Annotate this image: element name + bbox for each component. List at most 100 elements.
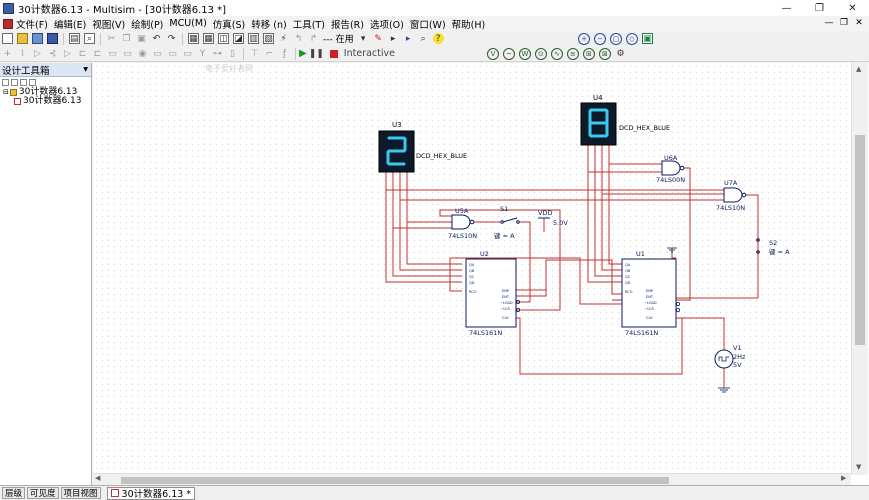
backannotate-icon[interactable]: ↱ (308, 33, 319, 44)
place-cmos-icon[interactable]: ⊏ (92, 48, 103, 59)
instrument-oscilloscope-icon[interactable]: ⊙ (534, 47, 547, 60)
instrument-wattmeter-icon[interactable]: W (518, 47, 531, 60)
counter-u2[interactable]: U2 QA QB QC QD RCO ENP ENT ~LOAD ~CLR CL… (465, 250, 521, 337)
maximize-button[interactable]: ❐ (803, 0, 836, 16)
menu-help[interactable]: 帮助(H) (452, 17, 486, 31)
redo-icon[interactable]: ↷ (166, 33, 177, 44)
electrical-rules-icon[interactable]: ⚡ (278, 33, 289, 44)
place-ttl-icon[interactable]: ⊏ (77, 48, 88, 59)
place-diode-icon[interactable]: ▷ (32, 48, 43, 59)
instrument-multimeter-icon[interactable]: V (486, 47, 499, 60)
place-misc-digital-icon[interactable]: ▭ (107, 48, 118, 59)
menu-window[interactable]: 窗口(W) (410, 17, 446, 31)
vertical-scroll-thumb[interactable] (855, 135, 865, 345)
undo-icon[interactable]: ↶ (151, 33, 162, 44)
horizontal-scroll-thumb[interactable] (121, 477, 669, 484)
instrument-icon[interactable]: ▸ (388, 33, 399, 44)
help-icon[interactable]: ? (432, 33, 444, 44)
place-analog-icon[interactable]: ▷ (62, 48, 73, 59)
menu-transfer[interactable]: 转移 (n) (251, 17, 286, 31)
tab-hierarchy[interactable]: 层级 (2, 487, 26, 499)
place-electromechanical-icon[interactable]: ⊶ (212, 48, 223, 59)
search-icon[interactable]: ⌕ (418, 33, 429, 44)
menu-reports[interactable]: 报告(R) (331, 17, 364, 31)
grapher-icon[interactable]: ◫ (218, 33, 229, 44)
instrument-settings-gear-icon[interactable]: ⚙ (615, 48, 626, 59)
annotate-icon[interactable]: ↰ (293, 33, 304, 44)
doc-close-button[interactable]: ✕ (853, 16, 865, 30)
schematic-canvas-area[interactable]: 电子爱好者网 U3 DCD_HEX_BLUE U4 DCD_HEX_BLUE U… (93, 63, 869, 485)
instrument-word-generator-icon[interactable]: ≡ (566, 47, 579, 60)
open-folder-icon[interactable] (17, 33, 28, 44)
stop-simulation-icon[interactable] (329, 49, 338, 58)
pause-simulation-icon[interactable]: ❚❚ (309, 49, 324, 59)
place-rf-icon[interactable]: Y (197, 48, 208, 59)
new-file-icon[interactable] (2, 33, 13, 44)
postprocessor-icon[interactable]: ◪ (233, 33, 244, 44)
scroll-down-icon[interactable]: ▼ (856, 463, 861, 471)
menu-view[interactable]: 视图(V) (92, 17, 125, 31)
schematic-canvas[interactable]: 电子爱好者网 U3 DCD_HEX_BLUE U4 DCD_HEX_BLUE U… (93, 63, 851, 473)
paste-icon[interactable]: ▣ (136, 33, 147, 44)
menu-place[interactable]: 绘制(P) (131, 17, 163, 31)
print-icon[interactable]: ▤ (69, 33, 80, 44)
place-indicator-icon[interactable]: ◉ (137, 48, 148, 59)
zoom-in-icon[interactable]: + (578, 32, 590, 45)
cut-icon[interactable]: ✂ (106, 33, 117, 44)
spreadsheet-view-icon[interactable]: ▦ (203, 33, 214, 44)
toggle-fullscreen-icon[interactable]: ▦ (188, 33, 199, 44)
menu-edit[interactable]: 编辑(E) (54, 17, 86, 31)
place-transistor-icon[interactable]: ⊰ (47, 48, 58, 59)
zoom-out-icon[interactable]: − (594, 32, 606, 45)
component-wizard-icon[interactable]: ▧ (263, 33, 274, 44)
probe-icon[interactable]: ✎ (373, 33, 384, 44)
in-use-list-combo[interactable]: --- 在用 (321, 33, 356, 45)
close-item-icon[interactable] (29, 79, 36, 86)
zoom-area-icon[interactable]: □ (610, 32, 622, 45)
instrument-bode-icon[interactable]: ∿ (550, 47, 563, 60)
scroll-left-icon[interactable]: ◀ (95, 474, 100, 482)
doc-restore-button[interactable]: ❐ (838, 16, 850, 30)
place-basic-icon[interactable]: ⌇ (17, 48, 28, 59)
tab-visibility[interactable]: 可见度 (27, 487, 59, 499)
panel-pin-icon[interactable]: ▾ (83, 64, 88, 75)
save-item-icon[interactable] (20, 79, 27, 86)
zoom-fit-icon[interactable]: ◇ (626, 32, 638, 45)
place-mixed-icon[interactable]: ▭ (122, 48, 133, 59)
save-icon[interactable] (47, 33, 58, 44)
menu-file[interactable]: 文件(F) (16, 17, 48, 31)
place-mcu-icon[interactable]: ▯ (227, 48, 238, 59)
zoom-sheet-icon[interactable]: ▣ (642, 33, 653, 44)
copy-icon[interactable]: ❐ (121, 33, 132, 44)
place-source-icon[interactable]: + (2, 48, 13, 59)
place-power-icon[interactable]: ▭ (152, 48, 163, 59)
counter-u1[interactable]: U1 QA QB QC QD RCO ENP ENT ~LOAD ~CLR CL… (621, 247, 681, 337)
minimize-button[interactable]: — (770, 0, 803, 16)
place-misc-icon[interactable]: ▭ (167, 48, 178, 59)
in-use-dropdown-icon[interactable]: ▾ (358, 33, 369, 44)
close-button[interactable]: ✕ (836, 0, 869, 16)
document-icon[interactable] (3, 18, 13, 29)
instrument-function-generator-icon[interactable]: ~ (502, 47, 515, 60)
menu-options[interactable]: 选项(O) (370, 17, 404, 31)
place-text-icon[interactable]: ƒ (279, 48, 290, 59)
probe-settings-icon[interactable]: ▸ (403, 33, 414, 44)
run-simulation-icon[interactable]: ▶ (299, 48, 307, 59)
menu-tools[interactable]: 工具(T) (293, 17, 325, 31)
place-hierarchical-icon[interactable]: ⊤ (249, 48, 260, 59)
open-sample-icon[interactable] (32, 33, 43, 44)
horizontal-scrollbar[interactable]: ◀ ▶ (93, 473, 851, 485)
new-item-icon[interactable] (2, 79, 9, 86)
vertical-scrollbar[interactable]: ▲ ▼ (851, 63, 868, 475)
doc-minimize-button[interactable]: — (823, 16, 835, 30)
menu-simulate[interactable]: 仿真(S) (213, 17, 245, 31)
print-preview-icon[interactable]: ⌕ (84, 33, 95, 44)
instrument-logic-converter-icon[interactable]: ⊠ (598, 47, 611, 60)
scroll-right-icon[interactable]: ▶ (841, 474, 846, 482)
open-item-icon[interactable] (11, 79, 18, 86)
tree-child-sheet[interactable]: 30计数器6.13 (0, 97, 91, 106)
scroll-up-icon[interactable]: ▲ (856, 65, 861, 73)
instrument-logic-analyzer-icon[interactable]: ⊞ (582, 47, 595, 60)
document-tab[interactable]: 30计数器6.13 * (106, 486, 196, 500)
simulation-mode-label[interactable]: Interactive (344, 48, 395, 59)
